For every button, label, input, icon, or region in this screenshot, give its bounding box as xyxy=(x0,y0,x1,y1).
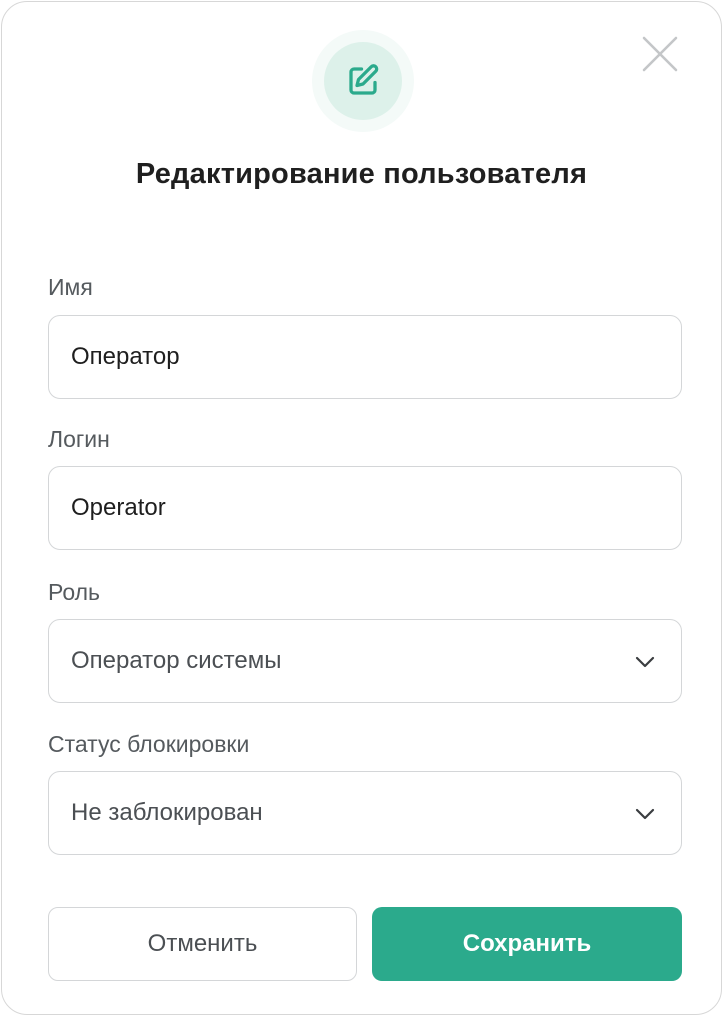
login-input[interactable]: Operator xyxy=(48,466,682,550)
cancel-button[interactable]: Отменить xyxy=(48,907,357,981)
chevron-down-icon xyxy=(635,656,655,668)
block-status-label: Статус блокировки xyxy=(48,731,250,757)
header-icon-ring xyxy=(312,30,414,132)
block-status-select-value: Не заблокирован xyxy=(71,799,263,826)
name-label: Имя xyxy=(48,274,93,300)
save-button-label: Сохранить xyxy=(462,930,592,957)
role-select[interactable]: Оператор системы xyxy=(48,619,682,703)
close-icon xyxy=(642,36,678,72)
login-label: Логин xyxy=(48,426,110,452)
chevron-down-icon xyxy=(635,808,655,820)
edit-icon xyxy=(349,64,379,95)
block-status-select[interactable]: Не заблокирован xyxy=(48,771,682,855)
close-button[interactable] xyxy=(640,34,680,74)
save-button[interactable]: Сохранить xyxy=(372,907,682,981)
name-input[interactable]: Оператор xyxy=(48,315,682,399)
role-label: Роль xyxy=(48,579,101,605)
login-input-value: Operator xyxy=(71,494,166,521)
role-select-value: Оператор системы xyxy=(71,647,282,674)
header-icon-circle xyxy=(324,42,402,120)
edit-user-dialog: Редактирование пользователя Имя Оператор… xyxy=(1,1,722,1015)
cancel-button-label: Отменить xyxy=(147,930,258,957)
dialog-title: Редактирование пользователя xyxy=(135,158,588,190)
name-input-value: Оператор xyxy=(71,343,180,370)
